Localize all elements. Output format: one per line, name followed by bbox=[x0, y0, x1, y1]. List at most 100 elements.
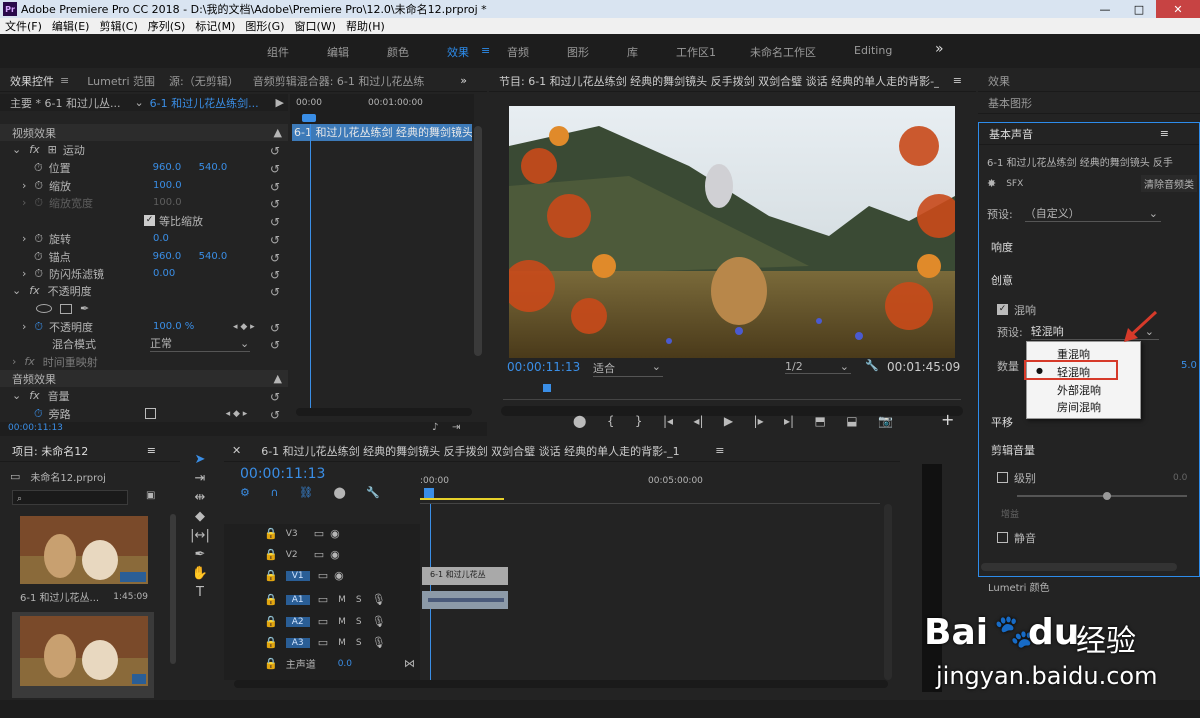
workspace-audio[interactable]: 音频 bbox=[507, 44, 529, 60]
timeline-playhead[interactable] bbox=[424, 488, 434, 498]
panel-overflow-icon[interactable]: » bbox=[460, 74, 467, 87]
razor-tool-icon[interactable]: ◆ bbox=[195, 509, 205, 524]
stopwatch-icon[interactable]: ⏱ bbox=[34, 320, 43, 334]
stopwatch-icon[interactable]: ⏱ bbox=[34, 161, 43, 175]
sound-panel-scrollbar[interactable] bbox=[981, 563, 1177, 571]
eye-icon[interactable]: ◉ bbox=[330, 527, 340, 540]
reset-icon[interactable]: ↺ bbox=[270, 162, 282, 176]
panel-menu-icon[interactable]: ≡ bbox=[60, 74, 69, 87]
panel-menu-icon[interactable]: ≡ bbox=[147, 444, 156, 457]
snap-icon[interactable]: ∩ bbox=[270, 486, 278, 499]
reset-icon[interactable]: ↺ bbox=[270, 268, 282, 282]
workspace-untitled[interactable]: 未命名工作区 bbox=[750, 44, 816, 60]
timeline-ruler[interactable]: :00:00 00:05:00:00 bbox=[420, 470, 880, 504]
pen-mask-icon[interactable]: ✒ bbox=[80, 302, 89, 315]
track-select-tool-icon[interactable]: ⇥ bbox=[195, 471, 206, 486]
horizontal-scrollbar[interactable] bbox=[296, 408, 472, 416]
play-arrow-icon[interactable]: ▶ bbox=[276, 96, 284, 109]
type-tool-icon[interactable]: T bbox=[196, 585, 204, 600]
creative-section[interactable]: 创意 bbox=[991, 271, 1013, 288]
menu-graphics[interactable]: 图形(G) bbox=[240, 18, 289, 34]
quality-select[interactable]: 1/2 ⌄ bbox=[785, 360, 851, 374]
mark-out-icon[interactable]: } bbox=[635, 414, 643, 428]
panel-menu-icon[interactable]: ≡ bbox=[715, 444, 724, 457]
chevron-down-icon[interactable]: ⌄ bbox=[240, 337, 249, 350]
track-label-a2[interactable]: A2 bbox=[285, 616, 310, 627]
rect-mask-icon[interactable] bbox=[60, 303, 72, 314]
effect-controls-timecode[interactable]: 00:00:11:13 bbox=[8, 423, 63, 433]
sync-lock-icon[interactable]: ▭ bbox=[314, 527, 324, 540]
project-scrollbar[interactable] bbox=[170, 514, 176, 664]
reset-icon[interactable]: ↺ bbox=[270, 233, 282, 247]
expand-arrow-icon[interactable]: › bbox=[22, 179, 26, 192]
tab-lumetri-color[interactable]: Lumetri 颜色 bbox=[988, 578, 1050, 595]
stopwatch-icon[interactable]: ⏱ bbox=[34, 267, 43, 281]
clear-audio-type-button[interactable]: 清除音频类 bbox=[1141, 175, 1197, 192]
collapse-icon[interactable]: ▲ bbox=[274, 126, 282, 139]
workspace-1[interactable]: 工作区1 bbox=[676, 44, 716, 60]
workspace-assembly[interactable]: 组件 bbox=[267, 44, 289, 60]
sync-lock-icon[interactable]: ▭ bbox=[318, 615, 328, 628]
scale-value[interactable]: 100.0 bbox=[153, 180, 182, 191]
fx-icon[interactable]: fx bbox=[29, 389, 39, 402]
step-forward-icon[interactable]: |▸ bbox=[754, 414, 764, 428]
ripple-edit-tool-icon[interactable]: ⇹ bbox=[195, 490, 206, 505]
workspace-graphics[interactable]: 图形 bbox=[567, 44, 589, 60]
workspace-color[interactable]: 颜色 bbox=[387, 44, 409, 60]
slip-tool-icon[interactable]: |↔| bbox=[190, 528, 210, 543]
sync-lock-icon[interactable]: ▭ bbox=[318, 636, 328, 649]
mic-icon[interactable]: 🎙 bbox=[372, 615, 386, 628]
lift-icon[interactable]: ⬒ bbox=[815, 414, 826, 428]
menu-window[interactable]: 窗口(W) bbox=[290, 18, 341, 34]
workspace-libraries[interactable]: 库 bbox=[627, 44, 638, 60]
position-x-value[interactable]: 960.0 bbox=[153, 162, 193, 173]
level-slider-thumb[interactable] bbox=[1103, 492, 1111, 500]
timeline-settings-icon[interactable]: 🔧 bbox=[366, 486, 380, 499]
bin-icon[interactable]: ▣ bbox=[146, 490, 155, 501]
expand-arrow-icon[interactable]: › bbox=[22, 232, 26, 245]
tab-effect-controls[interactable]: 效果控件 bbox=[10, 73, 54, 89]
export-icon[interactable]: ⇥ bbox=[452, 422, 460, 433]
anchor-x-value[interactable]: 960.0 bbox=[153, 251, 193, 262]
lock-icon[interactable]: 🔒 bbox=[264, 615, 278, 628]
mini-clip-bar[interactable]: 6-1 和过儿花丛练剑 经典的舞剑镜头 bbox=[292, 124, 472, 141]
mark-in-icon[interactable]: { bbox=[607, 414, 615, 428]
collapse-icon[interactable]: ▲ bbox=[274, 372, 282, 385]
opacity-value[interactable]: 100.0 % bbox=[153, 321, 233, 332]
add-marker-icon[interactable]: ⬤ bbox=[573, 414, 586, 428]
settings-wrench-icon[interactable]: 🔧 bbox=[865, 359, 879, 372]
program-timecode[interactable]: 00:00:11:13 bbox=[507, 360, 580, 374]
stopwatch-icon[interactable]: ⏱ bbox=[34, 250, 43, 264]
keyframe-nav-icon[interactable]: ◂ ◆ ▸ bbox=[233, 322, 255, 332]
extract-icon[interactable]: ⬓ bbox=[846, 414, 857, 428]
vertical-scrollbar[interactable] bbox=[474, 126, 482, 356]
level-checkbox[interactable] bbox=[997, 472, 1008, 483]
flicker-value[interactable]: 0.00 bbox=[153, 268, 175, 279]
workspace-menu-icon[interactable]: ≡ bbox=[481, 44, 490, 57]
lock-icon[interactable]: 🔒 bbox=[264, 593, 278, 606]
add-button-icon[interactable]: + bbox=[941, 410, 954, 429]
go-to-in-icon[interactable]: |◂ bbox=[663, 414, 673, 428]
fx-icon[interactable]: fx bbox=[24, 355, 34, 368]
mute-button[interactable]: M bbox=[338, 638, 346, 648]
playhead[interactable] bbox=[302, 114, 316, 122]
step-back-icon[interactable]: ◂| bbox=[693, 414, 703, 428]
menu-help[interactable]: 帮助(H) bbox=[341, 18, 390, 34]
bypass-checkbox[interactable] bbox=[144, 408, 156, 419]
keyframe-nav-icon[interactable]: ◂ ◆ ▸ bbox=[226, 409, 248, 419]
timeline-timecode[interactable]: 00:00:11:13 bbox=[240, 466, 325, 482]
anchor-y-value[interactable]: 540.0 bbox=[199, 251, 228, 262]
track-label-v3[interactable]: V3 bbox=[286, 529, 306, 539]
hand-tool-icon[interactable]: ✋ bbox=[192, 566, 208, 581]
reset-icon[interactable]: ↺ bbox=[270, 408, 282, 422]
tab-effects[interactable]: 效果 bbox=[988, 73, 1010, 89]
tab-essential-graphics[interactable]: 基本图形 bbox=[988, 95, 1032, 111]
sync-lock-icon[interactable]: ▭ bbox=[318, 593, 328, 606]
master-volume-value[interactable]: 0.0 bbox=[338, 659, 352, 669]
timeline-zoom-scrollbar[interactable] bbox=[234, 680, 888, 688]
workspace-editing[interactable]: 编辑 bbox=[327, 44, 349, 60]
eye-icon[interactable]: ◉ bbox=[334, 569, 344, 582]
eye-icon[interactable]: ◉ bbox=[330, 548, 340, 561]
dropdown-option-outside-reverb[interactable]: 外部混响 bbox=[1027, 381, 1140, 398]
menu-file[interactable]: 文件(F) bbox=[0, 18, 47, 34]
